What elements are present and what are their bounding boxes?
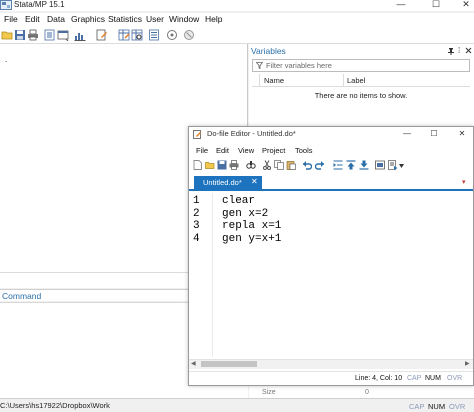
indent-icon[interactable] — [333, 160, 343, 170]
menu-help[interactable]: Help — [205, 13, 222, 26]
redo-icon[interactable] — [315, 160, 325, 170]
dofile-minimize-button[interactable]: — — [400, 128, 414, 140]
new-file-icon[interactable] — [193, 160, 203, 170]
data-browser-icon[interactable] — [131, 29, 143, 41]
save-icon[interactable] — [14, 29, 26, 41]
more-icon[interactable] — [166, 29, 178, 41]
open-icon[interactable] — [1, 29, 13, 41]
command-title: Command — [2, 291, 42, 301]
execute-dropdown-icon[interactable] — [399, 164, 404, 168]
menu-data[interactable]: Data — [47, 13, 65, 26]
variables-empty-message: There are no items to show. — [314, 91, 408, 100]
cut-icon[interactable] — [262, 160, 272, 170]
dofile-maximize-button[interactable]: ☐ — [427, 128, 441, 140]
code-line[interactable]: gen y=x+1 — [222, 233, 281, 246]
dofile-close-button[interactable]: ✕ — [455, 128, 469, 140]
variables-filter-input[interactable] — [266, 60, 466, 71]
menu-statistics[interactable]: Statistics — [108, 13, 142, 26]
variables-more-icon[interactable]: ⁞ — [458, 46, 460, 55]
viewer-icon[interactable] — [57, 29, 69, 41]
main-toolbar — [0, 26, 474, 44]
app-title: Stata/MP 15.1 — [14, 0, 65, 9]
dofile-status-cap: CAP — [407, 375, 422, 382]
find-icon[interactable] — [246, 160, 256, 170]
dofile-menu-project[interactable]: Project — [262, 146, 285, 155]
line-number: 3 — [193, 220, 200, 232]
menu-edit[interactable]: Edit — [25, 13, 40, 26]
dofile-title: Do-file Editor - Untitled.do* — [207, 129, 296, 138]
tab-close-icon[interactable]: ✕ — [251, 177, 258, 186]
minimize-button[interactable]: — — [393, 0, 409, 10]
dofile-app-icon — [193, 130, 201, 139]
open-file-icon[interactable] — [205, 160, 215, 170]
column-name[interactable]: Name — [264, 76, 284, 85]
working-directory: C:\Users\hs17922\Dropbox\Work — [0, 401, 110, 410]
column-divider[interactable] — [259, 74, 260, 87]
print-file-icon[interactable] — [229, 160, 239, 170]
filter-icon — [256, 62, 263, 69]
tab-untitled-do-label: Untitled.do* — [203, 178, 242, 187]
scroll-left-icon[interactable]: ◀ — [191, 360, 196, 367]
undo-icon[interactable] — [302, 160, 312, 170]
properties-size-value: 0 — [365, 389, 369, 396]
line-number: 1 — [193, 195, 200, 207]
tab-list-dropdown-icon[interactable]: ▾ — [462, 178, 466, 186]
save-file-icon[interactable] — [217, 160, 227, 170]
bookmark-down-icon[interactable] — [359, 160, 369, 170]
graph-icon[interactable] — [74, 29, 86, 41]
code-line[interactable]: clear — [222, 195, 255, 208]
status-ovr: OVR — [449, 402, 466, 411]
dofile-menu-tools[interactable]: Tools — [295, 146, 313, 155]
maximize-button[interactable]: ☐ — [428, 0, 444, 10]
print-icon[interactable] — [27, 29, 39, 41]
column-divider[interactable] — [343, 74, 344, 87]
dofile-status-num: NUM — [425, 375, 441, 382]
variables-title: Variables — [251, 46, 286, 56]
dofile-menu-view[interactable]: View — [238, 146, 254, 155]
break-icon[interactable] — [183, 29, 195, 41]
scrollbar-thumb[interactable] — [201, 361, 257, 367]
pin-icon[interactable] — [447, 47, 455, 55]
variables-manager-icon[interactable] — [148, 29, 160, 41]
menu-graphics[interactable]: Graphics — [71, 13, 105, 26]
variables-close-icon[interactable] — [465, 47, 472, 54]
data-editor-icon[interactable] — [118, 29, 130, 41]
properties-size-label: Size — [262, 389, 276, 396]
close-button[interactable]: ✕ — [458, 0, 474, 10]
execute-icon[interactable] — [388, 160, 398, 170]
results-prompt: . — [5, 55, 8, 64]
code-line[interactable]: gen x=2 — [222, 208, 268, 221]
dofile-status-ovr: OVR — [447, 375, 463, 382]
show-icon[interactable] — [375, 160, 385, 170]
code-line[interactable]: repla x=1 — [222, 220, 281, 233]
copy-icon[interactable] — [274, 160, 284, 170]
dofile-menu-edit[interactable]: Edit — [216, 146, 229, 155]
line-number: 4 — [193, 232, 200, 245]
scroll-right-icon[interactable]: ▶ — [465, 360, 470, 367]
menu-window[interactable]: Window — [169, 13, 199, 26]
status-cap: CAP — [409, 402, 425, 411]
cursor-position: Line: 4, Col: 10 — [355, 375, 403, 382]
log-icon[interactable] — [44, 29, 56, 41]
paste-icon[interactable] — [286, 160, 296, 170]
column-label[interactable]: Label — [347, 76, 365, 85]
line-number: 2 — [193, 207, 200, 220]
menu-file[interactable]: File — [4, 13, 18, 26]
status-num: NUM — [428, 402, 446, 411]
dofile-menu-file[interactable]: File — [196, 146, 208, 155]
stata-app-icon — [0, 0, 12, 10]
dofile-editor-icon[interactable] — [96, 29, 108, 41]
bookmark-up-icon[interactable] — [346, 160, 356, 170]
menu-user[interactable]: User — [146, 13, 164, 26]
